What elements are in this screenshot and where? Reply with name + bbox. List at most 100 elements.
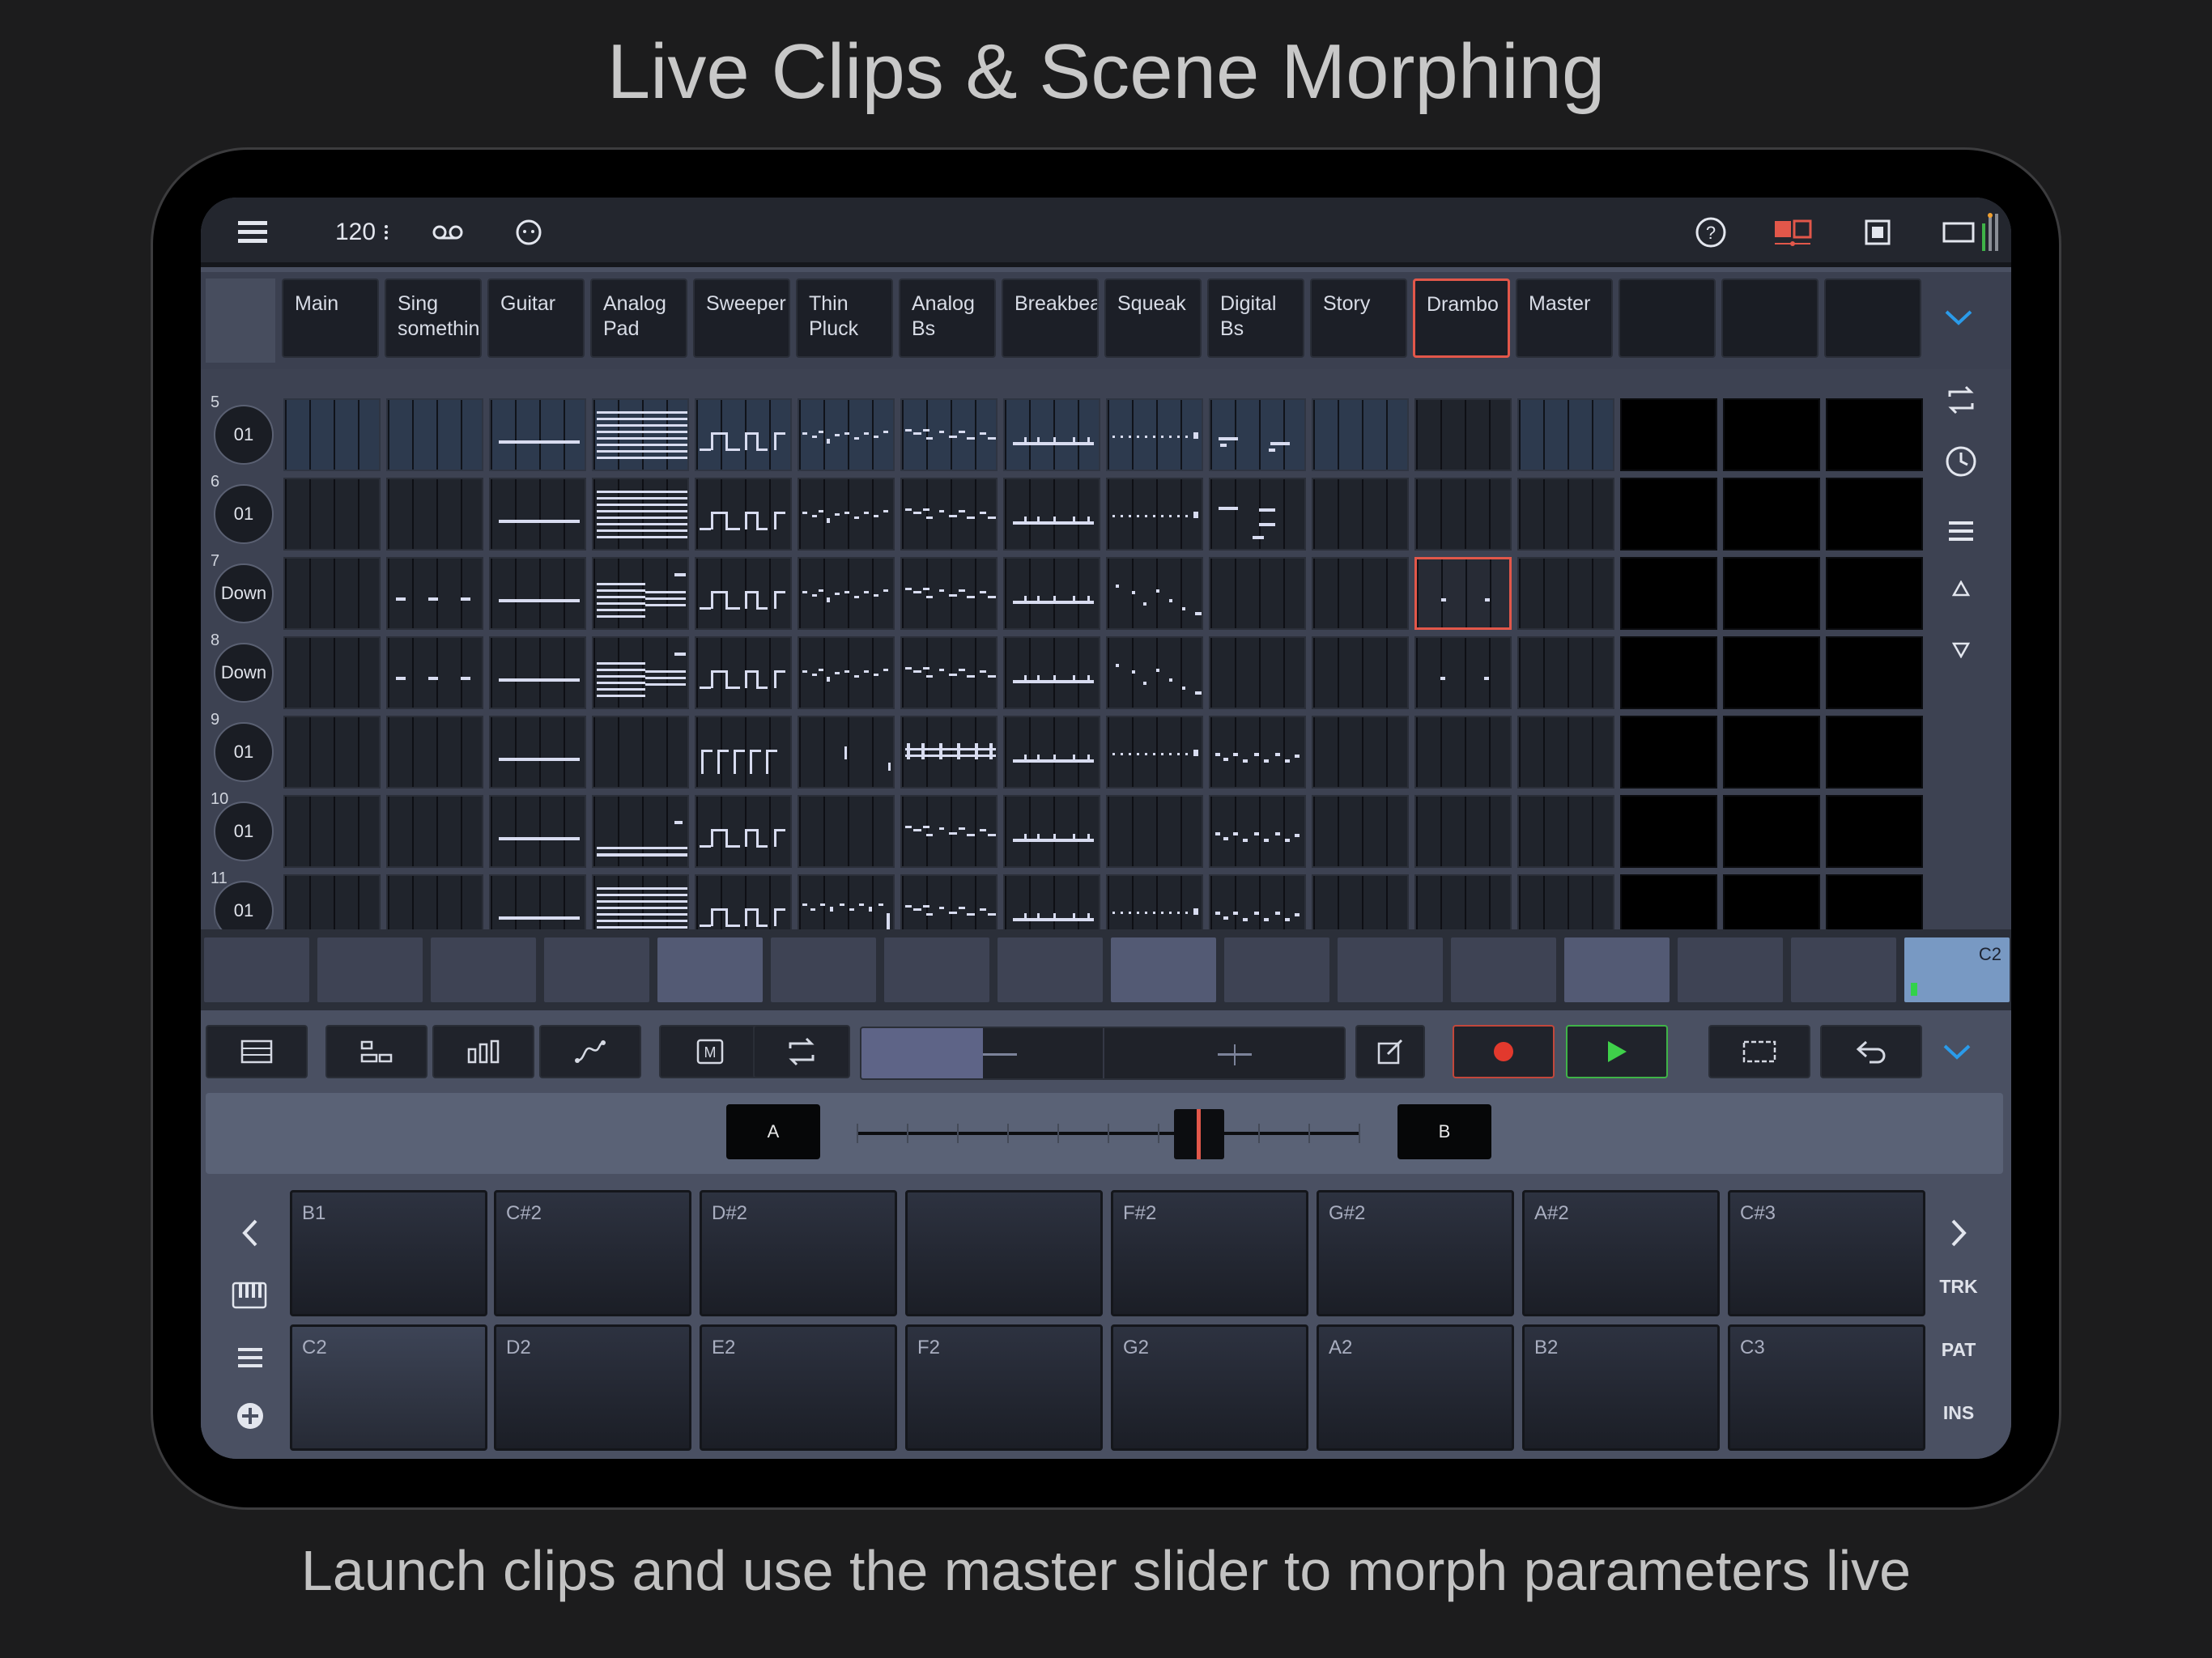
clip-slot[interactable] <box>1003 636 1100 709</box>
clip-slot[interactable] <box>1414 716 1512 789</box>
note-pad[interactable]: A2 <box>1317 1324 1514 1451</box>
note-pad[interactable]: F2 <box>905 1324 1103 1451</box>
clip-slot[interactable] <box>1209 716 1306 789</box>
clip-slot-empty[interactable] <box>1723 795 1820 868</box>
clip-slot[interactable] <box>386 795 483 868</box>
clip-slot[interactable] <box>798 795 895 868</box>
chevron-left-icon[interactable] <box>230 1213 270 1253</box>
triangle-down-icon[interactable] <box>1938 630 1984 670</box>
clip-slot[interactable] <box>489 557 586 630</box>
clip-slot[interactable] <box>695 478 792 551</box>
clip-slot-empty[interactable] <box>1620 398 1717 471</box>
instrument-mode-label[interactable]: INS <box>1926 1402 1991 1424</box>
scene-slot[interactable] <box>544 937 649 1002</box>
note-pad[interactable]: G2 <box>1111 1324 1308 1451</box>
clip-slot[interactable] <box>1312 557 1409 630</box>
scene-slot[interactable] <box>317 937 423 1002</box>
triangle-up-icon[interactable] <box>1938 568 1984 609</box>
clip-slot[interactable] <box>1414 795 1512 868</box>
clip-slot[interactable] <box>1209 795 1306 868</box>
chevron-right-icon[interactable] <box>1938 1213 1979 1253</box>
clip-slot[interactable] <box>489 478 586 551</box>
mixer-view-button[interactable] <box>432 1025 534 1078</box>
scene-slot[interactable] <box>884 937 989 1002</box>
scene-row-header[interactable]: 10 01 <box>206 790 275 861</box>
scene-launch-button[interactable]: Down <box>214 643 274 703</box>
track-header[interactable]: Squeak <box>1104 278 1202 358</box>
clip-slot[interactable] <box>283 478 381 551</box>
clip-slot[interactable] <box>592 716 689 789</box>
clip-slot-empty[interactable] <box>1826 478 1923 551</box>
clip-slot-empty[interactable] <box>1620 716 1717 789</box>
clip-slot[interactable] <box>1209 636 1306 709</box>
scene-slot[interactable] <box>1678 937 1783 1002</box>
clip-slot[interactable] <box>489 398 586 471</box>
add-icon[interactable] <box>230 1396 270 1436</box>
clip-slot[interactable] <box>695 557 792 630</box>
chevron-down-icon[interactable] <box>1930 293 1987 342</box>
clip-slot[interactable] <box>900 636 998 709</box>
scene-slot-current[interactable]: C2 <box>1904 937 2010 1002</box>
track-header[interactable]: Sweeper <box>693 278 790 358</box>
clip-slot[interactable] <box>283 398 381 471</box>
layout-icon[interactable] <box>1760 198 1825 267</box>
clip-slot[interactable] <box>1517 478 1614 551</box>
clip-slot[interactable] <box>1517 716 1614 789</box>
clip-slot[interactable] <box>283 636 381 709</box>
scene-row-header[interactable]: 5 01 <box>206 393 275 465</box>
clip-slot[interactable] <box>900 557 998 630</box>
clip-slot[interactable] <box>1312 716 1409 789</box>
note-pad[interactable]: D2 <box>494 1324 691 1451</box>
note-pad[interactable]: C#3 <box>1728 1190 1925 1316</box>
clip-slot[interactable] <box>900 398 998 471</box>
clip-slot[interactable] <box>283 716 381 789</box>
track-header-empty[interactable] <box>1721 278 1819 358</box>
clip-slot-empty[interactable] <box>1723 636 1820 709</box>
note-pad[interactable]: E2 <box>700 1324 897 1451</box>
track-header[interactable]: Drambo <box>1413 278 1510 358</box>
clock-icon[interactable] <box>1938 439 1984 484</box>
clip-slot-empty[interactable] <box>1620 478 1717 551</box>
clip-slot-empty[interactable] <box>1723 398 1820 471</box>
clip-slot[interactable] <box>386 398 483 471</box>
clip-slot[interactable] <box>1003 557 1100 630</box>
clip-slot[interactable] <box>489 716 586 789</box>
scene-slot[interactable] <box>431 937 536 1002</box>
scene-slot[interactable] <box>1564 937 1670 1002</box>
edit-button[interactable] <box>1355 1025 1425 1078</box>
clip-slot-empty[interactable] <box>1826 398 1923 471</box>
note-pad[interactable]: C#2 <box>494 1190 691 1316</box>
scene-launch-button[interactable]: 01 <box>214 484 274 544</box>
scene-a-button[interactable]: A <box>726 1104 820 1159</box>
clip-slot[interactable] <box>900 795 998 868</box>
clip-slot[interactable] <box>489 636 586 709</box>
track-header-empty[interactable] <box>1824 278 1921 358</box>
clip-slot[interactable] <box>695 795 792 868</box>
clip-slot[interactable] <box>1312 478 1409 551</box>
record-button[interactable] <box>1453 1025 1555 1078</box>
track-header-empty[interactable] <box>1619 278 1716 358</box>
scene-slot[interactable] <box>204 937 309 1002</box>
clip-slot[interactable] <box>1414 478 1512 551</box>
pad-menu-icon[interactable] <box>230 1337 270 1378</box>
loop-toggle-icon[interactable] <box>1938 377 1984 423</box>
scene-slot[interactable] <box>1224 937 1329 1002</box>
clip-slot[interactable] <box>592 398 689 471</box>
clip-slot[interactable] <box>1106 398 1203 471</box>
track-header[interactable]: Guitar <box>487 278 585 358</box>
clip-slot-empty[interactable] <box>1723 478 1820 551</box>
scene-slot[interactable] <box>1451 937 1556 1002</box>
automation-view-button[interactable] <box>539 1025 641 1078</box>
track-header[interactable]: Main <box>282 278 379 358</box>
clip-slot[interactable] <box>489 795 586 868</box>
track-mode-label[interactable]: TRK <box>1926 1276 1991 1298</box>
clip-slot[interactable] <box>798 478 895 551</box>
clip-slot-empty[interactable] <box>1723 557 1820 630</box>
track-header[interactable]: Breakbeat <box>1002 278 1099 358</box>
clip-slot[interactable] <box>1209 398 1306 471</box>
scene-row-header[interactable]: 9 01 <box>206 711 275 782</box>
undo-button[interactable] <box>1820 1025 1922 1078</box>
clip-slot[interactable] <box>592 557 689 630</box>
collapse-chevron-icon[interactable] <box>1930 1025 1984 1078</box>
clip-slot-empty[interactable] <box>1826 795 1923 868</box>
